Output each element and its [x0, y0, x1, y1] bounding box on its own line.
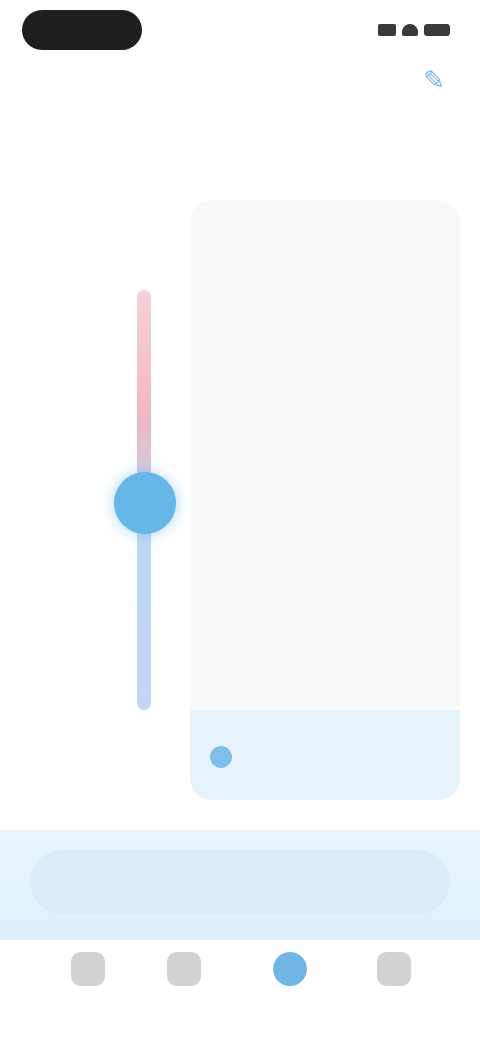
row1-value: [265, 422, 385, 466]
left-small-value: [220, 660, 300, 690]
row2-value: [265, 550, 385, 594]
tab-profile[interactable]: [358, 952, 430, 1022]
tab-bar: [0, 940, 480, 1040]
edit-icon[interactable]: ✎: [414, 60, 454, 100]
primary-action-button[interactable]: [30, 850, 450, 914]
tab-water[interactable]: [254, 952, 326, 1022]
summary-card: [190, 200, 460, 800]
status-bar: [0, 0, 480, 64]
info-icon: [210, 746, 232, 768]
battery-icon: [424, 24, 450, 36]
subtitle-link[interactable]: [170, 140, 320, 168]
tab-home[interactable]: [52, 952, 124, 1022]
signal-icon: [378, 24, 396, 36]
water-icon: [273, 952, 307, 986]
right-small-value: [358, 660, 438, 690]
tab-list[interactable]: [148, 952, 220, 1022]
slider-thumb[interactable]: [114, 472, 176, 534]
status-time: [22, 10, 142, 50]
bottom-panel: [0, 830, 480, 940]
list-icon: [167, 952, 201, 986]
tip-box[interactable]: [190, 710, 460, 800]
home-icon: [71, 952, 105, 986]
profile-icon: [377, 952, 411, 986]
value-scale: [22, 300, 82, 720]
wifi-icon: [402, 24, 418, 36]
page-title: [0, 68, 480, 100]
status-icons: [378, 20, 450, 40]
tip-text: [244, 746, 434, 768]
